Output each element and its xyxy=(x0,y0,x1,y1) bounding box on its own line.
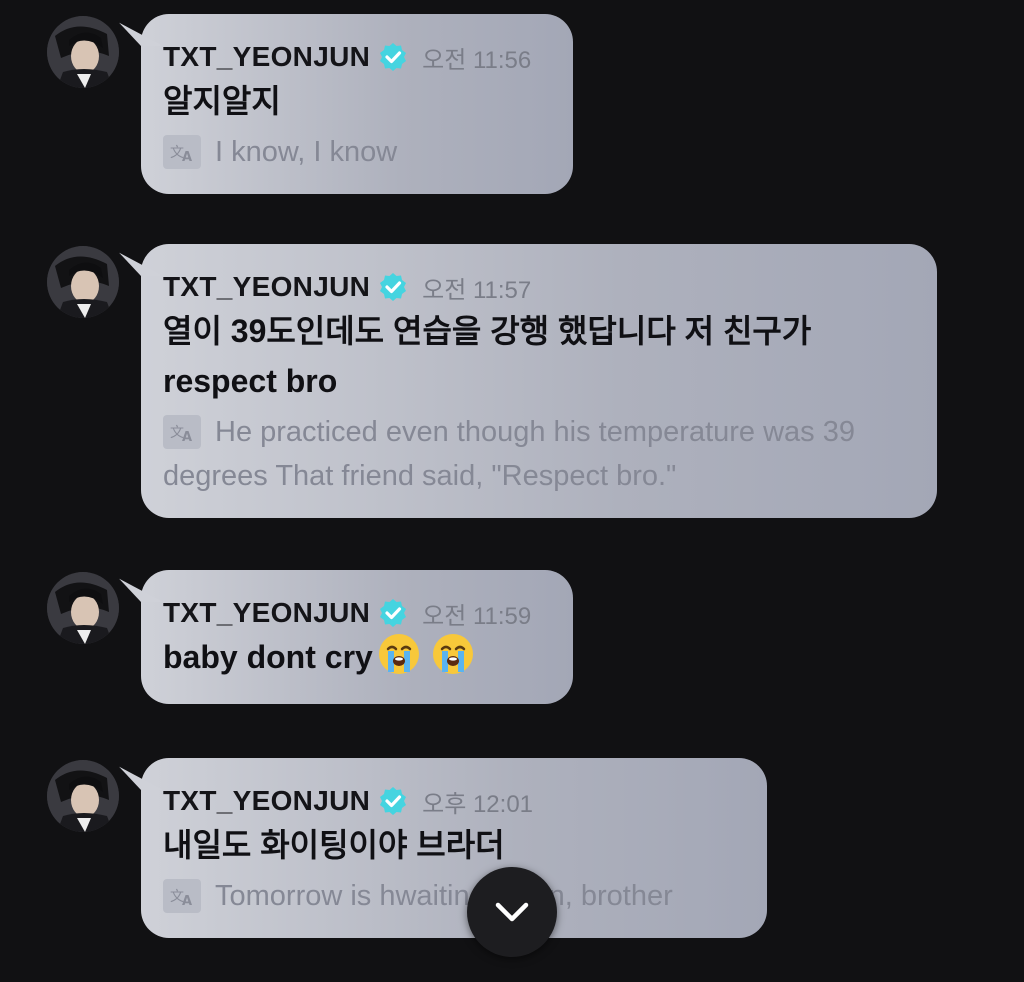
message-header: TXT_YEONJUN 오전 11:56 xyxy=(163,40,551,74)
translate-icon: 文A xyxy=(163,879,201,913)
avatar[interactable] xyxy=(47,16,119,88)
username[interactable]: TXT_YEONJUN xyxy=(163,41,370,73)
translation: 文A Tomorrow is hwaiting again, brother xyxy=(163,874,745,918)
avatar[interactable] xyxy=(47,760,119,832)
username[interactable]: TXT_YEONJUN xyxy=(163,271,370,303)
message-header: TXT_YEONJUN 오후 12:01 xyxy=(163,784,745,818)
translation-text: I know, I know xyxy=(215,136,398,168)
timestamp: 오전 11:56 xyxy=(422,46,532,74)
scroll-to-bottom-button[interactable] xyxy=(467,867,557,957)
username[interactable]: TXT_YEONJUN xyxy=(163,785,370,817)
message-bubble[interactable]: TXT_YEONJUN 오전 11:59 baby dont cry xyxy=(141,570,573,704)
verified-badge-icon xyxy=(378,598,408,628)
avatar-image xyxy=(47,16,119,88)
message-header: TXT_YEONJUN 오전 11:57 xyxy=(163,270,915,304)
chevron-down-icon xyxy=(495,902,529,922)
avatar-image xyxy=(47,760,119,832)
message-text: baby dont cry xyxy=(163,632,551,682)
timestamp: 오후 12:01 xyxy=(422,790,534,818)
verified-badge-icon xyxy=(378,786,408,816)
loudly-crying-face-icon xyxy=(432,634,473,674)
translation-text: He practiced even though his temperature… xyxy=(163,416,855,492)
avatar-image xyxy=(47,572,119,644)
loudly-crying-face-icon xyxy=(378,634,419,674)
message-bubble[interactable]: TXT_YEONJUN 오전 11:57 열이 39도인데도 연습을 강행 했답… xyxy=(141,244,937,518)
translation: 文A He practiced even though his temperat… xyxy=(163,410,915,498)
message-text: 내일도 화이팅이야 브라더 xyxy=(163,827,505,863)
verified-badge-icon xyxy=(378,272,408,302)
message-text-content: baby dont cry xyxy=(163,639,373,675)
translation: 文A I know, I know xyxy=(163,130,551,174)
verified-badge-icon xyxy=(378,42,408,72)
avatar-image xyxy=(47,246,119,318)
username[interactable]: TXT_YEONJUN xyxy=(163,597,370,629)
avatar[interactable] xyxy=(47,572,119,644)
translate-icon: 文A xyxy=(163,135,201,169)
message-bubble[interactable]: TXT_YEONJUN 오전 11:56 알지알지 文A I know, I k… xyxy=(141,14,573,194)
timestamp: 오전 11:57 xyxy=(422,276,532,304)
message-header: TXT_YEONJUN 오전 11:59 xyxy=(163,596,551,630)
message-bubble[interactable]: TXT_YEONJUN 오후 12:01 내일도 화이팅이야 브라더 文A To… xyxy=(141,758,767,938)
avatar[interactable] xyxy=(47,246,119,318)
svg-text:A: A xyxy=(182,894,192,907)
message-text: 열이 39도인데도 연습을 강행 했답니다 저 친구가 respect bro xyxy=(163,306,915,406)
message-text: 알지알지 xyxy=(163,83,281,119)
timestamp: 오전 11:59 xyxy=(422,602,532,630)
message-text-line: respect bro xyxy=(163,363,338,399)
message-text-line: 열이 39도인데도 연습을 강행 했답니다 저 친구가 xyxy=(163,313,812,349)
svg-text:A: A xyxy=(182,150,192,163)
